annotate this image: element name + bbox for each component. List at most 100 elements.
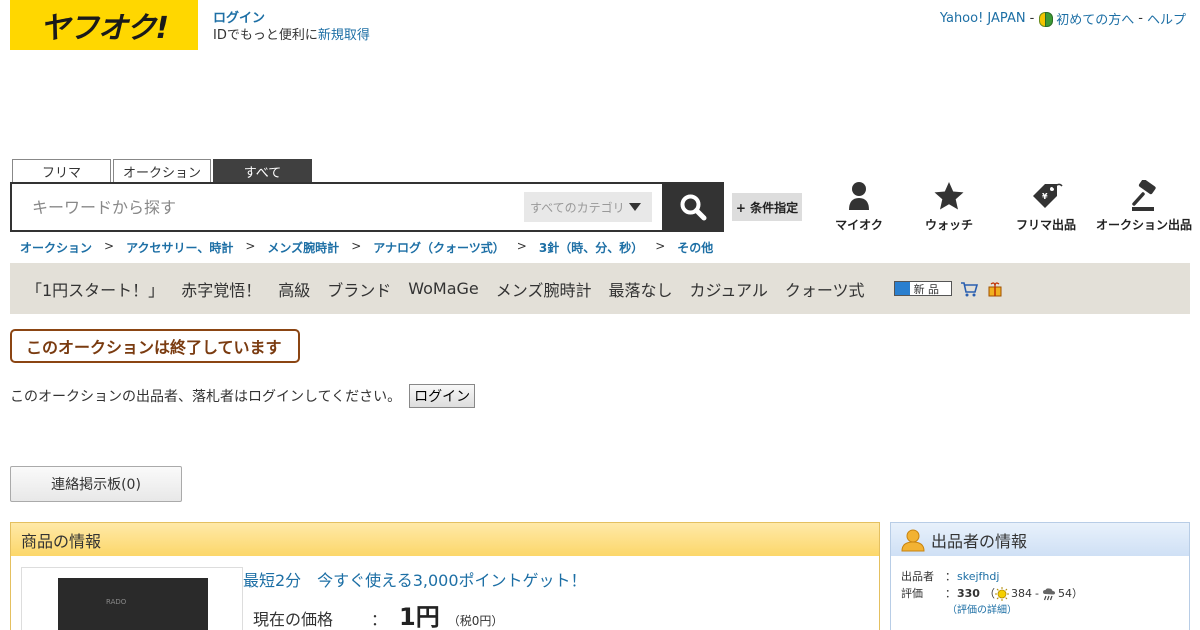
search-icon bbox=[680, 194, 707, 221]
rating-total: 330 bbox=[957, 587, 980, 600]
auction-ended-text: このオークションは終了しています bbox=[26, 338, 282, 357]
search-bar: すべてのカテゴリ bbox=[10, 182, 724, 232]
price-value: 1円 bbox=[399, 603, 440, 630]
tag-item[interactable]: カジュアル bbox=[689, 277, 767, 301]
breadcrumb-item[interactable]: アナログ（クォーツ式） bbox=[373, 239, 505, 256]
category-select-label: すべてのカテゴリ bbox=[530, 200, 625, 215]
cart-icon bbox=[960, 281, 978, 296]
search-button[interactable] bbox=[662, 182, 724, 232]
tab-auction[interactable]: オークション bbox=[113, 159, 211, 183]
promo-link[interactable]: 最短2分 今すぐ使える3,000ポイントゲット！ bbox=[243, 567, 587, 591]
top-links: Yahoo! JAPAN - 初めての方へ - ヘルプ bbox=[940, 9, 1186, 28]
tag-item[interactable]: WoMaGe bbox=[408, 279, 479, 298]
condition-button[interactable]: + 条件指定 bbox=[732, 193, 802, 221]
yahoo-japan-link[interactable]: Yahoo! JAPAN bbox=[940, 11, 1026, 26]
breadcrumb-item[interactable]: その他 bbox=[677, 239, 713, 256]
rating-open-paren: （ bbox=[983, 587, 995, 600]
login-note-text: このオークションの出品者、落札者はログインしてください。 bbox=[10, 389, 402, 405]
login-link[interactable]: ログイン bbox=[213, 11, 265, 26]
breadcrumb-item[interactable]: メンズ腕時計 bbox=[267, 239, 339, 256]
tab-all[interactable]: すべて bbox=[213, 159, 312, 183]
breadcrumb-separator: > bbox=[104, 239, 115, 253]
star-icon bbox=[934, 182, 964, 210]
item-thumbnail[interactable] bbox=[21, 567, 243, 630]
help-link[interactable]: ヘルプ bbox=[1147, 9, 1186, 28]
person-icon bbox=[849, 182, 869, 210]
gift-icon bbox=[988, 281, 1002, 296]
message-board-button[interactable]: 連絡掲示板(0) bbox=[10, 466, 182, 502]
beginner-mark-icon bbox=[1038, 11, 1054, 27]
seller-label: 出品者 bbox=[901, 570, 934, 583]
watch-label: ウォッチ bbox=[924, 218, 973, 232]
my-auction-button[interactable]: マイオク bbox=[809, 180, 909, 233]
breadcrumb: オークション > アクセサリー、時計 > メンズ腕時計 > アナログ（クォーツ式… bbox=[20, 239, 713, 256]
seller-info-panel: 出品者の情報 出品者 ： skejfhdj 評価 ： 330 （ 384 - 5… bbox=[890, 522, 1190, 630]
price-tax: （税0円） bbox=[447, 614, 504, 628]
gavel-icon bbox=[1132, 180, 1156, 211]
user-avatar-icon bbox=[901, 529, 925, 551]
breadcrumb-separator: > bbox=[516, 239, 527, 253]
breadcrumb-separator: > bbox=[351, 239, 362, 253]
rating-good: 384 bbox=[1010, 587, 1032, 600]
rating-detail-link[interactable]: （評価の詳細） bbox=[947, 602, 1017, 619]
breadcrumb-item[interactable]: アクセサリー、時計 bbox=[126, 239, 233, 256]
login-button[interactable]: ログイン bbox=[409, 384, 476, 408]
tag-icon: ¥ bbox=[1033, 183, 1063, 208]
new-item-badge: 新 品 bbox=[893, 281, 952, 296]
tag-item[interactable]: ブランド bbox=[327, 277, 391, 301]
beginners-link[interactable]: 初めての方へ bbox=[1056, 9, 1134, 28]
price-label: 現在の価格 bbox=[253, 610, 334, 629]
seller-id-link[interactable]: skejfhdj bbox=[957, 568, 999, 585]
price-row: 現在の価格 ： 1円 （税0円） bbox=[253, 597, 503, 630]
yahoo-auction-logo[interactable]: ヤフオク! bbox=[10, 0, 198, 50]
category-select[interactable]: すべてのカテゴリ bbox=[524, 192, 652, 222]
tag-item[interactable]: 高級 bbox=[278, 277, 310, 301]
tab-flea-market[interactable]: フリマ bbox=[12, 159, 111, 183]
tag-item[interactable]: 赤字覚悟！ bbox=[181, 277, 261, 301]
rating-colon: ： bbox=[945, 587, 956, 600]
breadcrumb-item[interactable]: 3針（時、分、秒） bbox=[539, 239, 643, 256]
watch-image bbox=[58, 578, 208, 630]
auction-ended-banner: このオークションは終了しています bbox=[10, 329, 300, 363]
tag-item[interactable]: 「1円スタート！」 bbox=[26, 277, 164, 301]
item-info-panel: 商品の情報 最短2分 今すぐ使える3,000ポイントゲット！ 現在の価格 ： 1… bbox=[10, 522, 880, 630]
logo-text: ヤフオク! bbox=[39, 11, 169, 46]
rating-close-paren: ） bbox=[1071, 587, 1083, 600]
rating-dash: - bbox=[1034, 587, 1039, 600]
signup-link[interactable]: 新規取得 bbox=[318, 28, 370, 43]
seller-colon: ： bbox=[945, 570, 956, 583]
flea-market-sell-label: フリマ出品 bbox=[1015, 218, 1076, 232]
tag-item[interactable]: クォーツ式 bbox=[785, 277, 865, 301]
rating-label: 評価 bbox=[901, 587, 923, 600]
item-info-title: 商品の情報 bbox=[21, 531, 102, 551]
top-link-separator: - bbox=[1138, 11, 1143, 26]
seller-info-body: 出品者 ： skejfhdj 評価 ： 330 （ 384 - 54 ） （評価… bbox=[891, 556, 1189, 630]
rating-bad: 54 bbox=[1057, 587, 1072, 600]
item-info-header: 商品の情報 bbox=[11, 523, 879, 556]
flea-market-sell-button[interactable]: ¥ フリマ出品 bbox=[996, 180, 1096, 233]
seller-info-header: 出品者の情報 bbox=[891, 523, 1189, 556]
auction-sell-button[interactable]: オークション出品 bbox=[1094, 180, 1194, 233]
svg-text:¥: ¥ bbox=[1042, 192, 1048, 201]
sun-icon bbox=[994, 586, 1009, 601]
login-box: ログイン IDでもっと便利に新規取得 bbox=[213, 10, 370, 44]
new-item-badge-label: 新 品 bbox=[913, 282, 940, 296]
search-input[interactable] bbox=[12, 184, 524, 230]
rain-cloud-icon bbox=[1042, 587, 1055, 600]
breadcrumb-separator: > bbox=[245, 239, 256, 253]
tag-bar: 「1円スタート！」 赤字覚悟！ 高級 ブランド WoMaGe メンズ腕時計 最落… bbox=[10, 263, 1190, 314]
breadcrumb-item[interactable]: オークション bbox=[20, 239, 92, 256]
my-auction-label: マイオク bbox=[835, 218, 883, 232]
login-note: このオークションの出品者、落札者はログインしてください。 ログイン bbox=[10, 384, 476, 408]
chevron-down-icon bbox=[628, 203, 641, 211]
breadcrumb-separator: > bbox=[655, 239, 666, 253]
badge-mark-icon bbox=[894, 282, 910, 295]
watch-button[interactable]: ウォッチ bbox=[899, 180, 999, 233]
tag-item[interactable]: 最落なし bbox=[608, 277, 672, 301]
top-link-separator: - bbox=[1029, 11, 1035, 26]
tag-item[interactable]: メンズ腕時計 bbox=[496, 277, 592, 301]
search-tabs: フリマ オークション すべて bbox=[12, 159, 312, 183]
auction-sell-label: オークション出品 bbox=[1095, 218, 1192, 232]
seller-info-title: 出品者の情報 bbox=[931, 531, 1028, 551]
login-prompt-text: IDでもっと便利に bbox=[213, 28, 318, 43]
